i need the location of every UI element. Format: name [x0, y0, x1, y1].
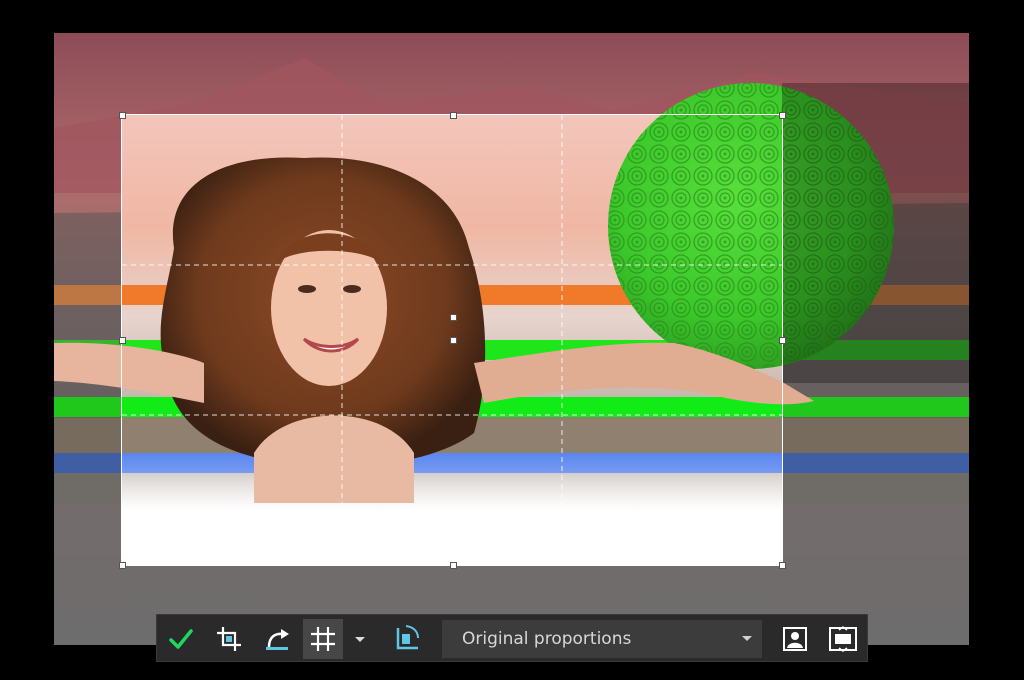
undo-button[interactable]: [257, 619, 297, 659]
crop-handle-bottom-left[interactable]: [119, 562, 126, 569]
crop-toolbar: Original proportions: [156, 614, 868, 662]
chevron-down-icon: [742, 636, 752, 641]
crop-center-handle-upper[interactable]: [450, 314, 457, 321]
check-icon: [169, 629, 193, 649]
undo-arrow-icon: [266, 629, 289, 650]
proportions-dropdown[interactable]: Original proportions: [442, 620, 762, 658]
proportions-value: Original proportions: [462, 629, 632, 649]
grid-options-button[interactable]: [347, 619, 373, 659]
crop-handle-left[interactable]: [119, 337, 126, 344]
crop-handle-top-right[interactable]: [779, 112, 786, 119]
portrait-icon: [783, 627, 807, 651]
crop-handle-right[interactable]: [779, 337, 786, 344]
grid-toggle-button[interactable]: [303, 619, 343, 659]
crop-mode-button[interactable]: [209, 619, 249, 659]
grid-icon: [311, 627, 335, 651]
triangle-down-icon: [355, 637, 365, 642]
apply-button[interactable]: [161, 619, 201, 659]
crop-handle-bottom-right[interactable]: [779, 562, 786, 569]
crop-handle-top-left[interactable]: [119, 112, 126, 119]
crop-frame-icon: [217, 627, 241, 651]
fit-screen-icon: [829, 626, 857, 652]
rotate-button[interactable]: [387, 619, 427, 659]
rotate-straighten-icon: [396, 625, 419, 650]
portrait-orientation-button[interactable]: [775, 619, 815, 659]
crop-handle-top[interactable]: [450, 112, 457, 119]
crop-handle-bottom[interactable]: [450, 562, 457, 569]
fit-screen-button[interactable]: [823, 619, 863, 659]
crop-center-handle-lower[interactable]: [450, 337, 457, 344]
